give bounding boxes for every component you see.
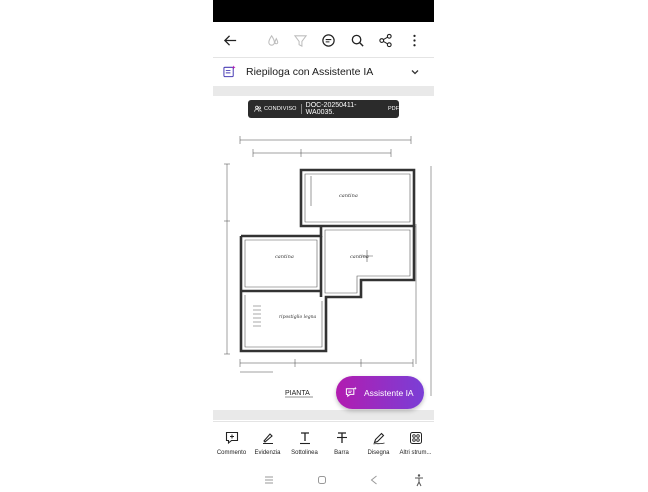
- search-icon[interactable]: [345, 26, 369, 54]
- home-icon[interactable]: [315, 473, 329, 487]
- tool-evidenzia[interactable]: Evidenzia: [249, 426, 286, 466]
- ai-summary-row[interactable]: Riepiloga con Assistente IA: [213, 60, 434, 84]
- label-cantina-top: cantina: [339, 193, 358, 199]
- label-cantina-left: cantina: [275, 254, 294, 260]
- tool-altri-strumenti-label: Altri strum...: [399, 450, 432, 456]
- strikethrough-icon: [336, 432, 347, 443]
- drop-icon[interactable]: [261, 26, 285, 54]
- tool-sottolinea-label: Sottolinea: [291, 450, 318, 456]
- ai-summary-label: Riepiloga con Assistente IA: [246, 66, 374, 78]
- assistente-ia-button[interactable]: Assistente IA: [336, 376, 424, 409]
- top-toolbar: [213, 26, 434, 54]
- grid-apps-icon: [409, 432, 422, 444]
- more-vert-icon[interactable]: [402, 26, 426, 54]
- ai-summary-icon: [223, 65, 236, 78]
- people-icon: [254, 105, 262, 112]
- tool-commento[interactable]: Commento: [213, 426, 250, 466]
- tool-evidenzia-label: Evidenzia: [254, 450, 281, 456]
- filter-icon[interactable]: [288, 26, 312, 54]
- shared-label: CONDIVISO: [264, 106, 297, 112]
- badge-separator: [300, 104, 302, 114]
- status-bar: [213, 0, 434, 22]
- chevron-down-icon[interactable]: [409, 66, 421, 78]
- document-page[interactable]: cantina cantina cantina ripostiglio legn…: [213, 96, 434, 410]
- highlighter-icon: [262, 433, 273, 444]
- document-badge: CONDIVISO DOC-20250411-WA0035. PDF: [248, 100, 399, 118]
- tool-disegna[interactable]: Disegna: [360, 426, 397, 466]
- pencil-icon: [372, 432, 385, 445]
- tool-commento-label: Commento: [216, 450, 247, 456]
- tool-barra[interactable]: Barra: [323, 426, 360, 466]
- underline-icon: [299, 432, 310, 445]
- ai-chat-icon: [345, 386, 357, 398]
- label-pianta: PIANTA: [285, 390, 310, 397]
- tool-barra-label: Barra: [334, 450, 349, 456]
- back-nav-icon[interactable]: [367, 473, 381, 487]
- document-extension: PDF: [388, 106, 400, 112]
- accessibility-icon[interactable]: [412, 473, 426, 487]
- shared-badge: CONDIVISO: [254, 105, 297, 113]
- phone-screen: Riepiloga con Assistente IA cantina cant…: [213, 0, 434, 492]
- document-filename: DOC-20250411-WA0035.: [305, 102, 357, 116]
- annotation-toolbar: Commento Evidenzia Sottolinea Barra Dise…: [213, 426, 434, 466]
- share-icon[interactable]: [373, 26, 397, 54]
- bottom-divider: [213, 421, 434, 422]
- arrow-left-icon[interactable]: [218, 26, 242, 54]
- tool-altri-strumenti[interactable]: Altri strum...: [397, 426, 434, 466]
- tool-sottolinea[interactable]: Sottolinea: [286, 426, 323, 466]
- system-nav-bar: [213, 467, 434, 492]
- label-cantina-right: cantina: [350, 254, 369, 260]
- document-viewer[interactable]: cantina cantina cantina ripostiglio legn…: [213, 86, 434, 420]
- floorplan-drawing: cantina cantina cantina ripostiglio legn…: [224, 136, 432, 398]
- comment-bubble-icon[interactable]: [316, 26, 340, 54]
- recent-apps-icon[interactable]: [262, 473, 276, 487]
- comment-add-icon: [225, 431, 238, 445]
- tool-disegna-label: Disegna: [367, 450, 390, 456]
- label-ripostiglio: ripostiglio legna: [279, 314, 317, 320]
- assistente-ia-label: Assistente IA: [364, 387, 414, 398]
- toolbar-divider: [213, 57, 434, 58]
